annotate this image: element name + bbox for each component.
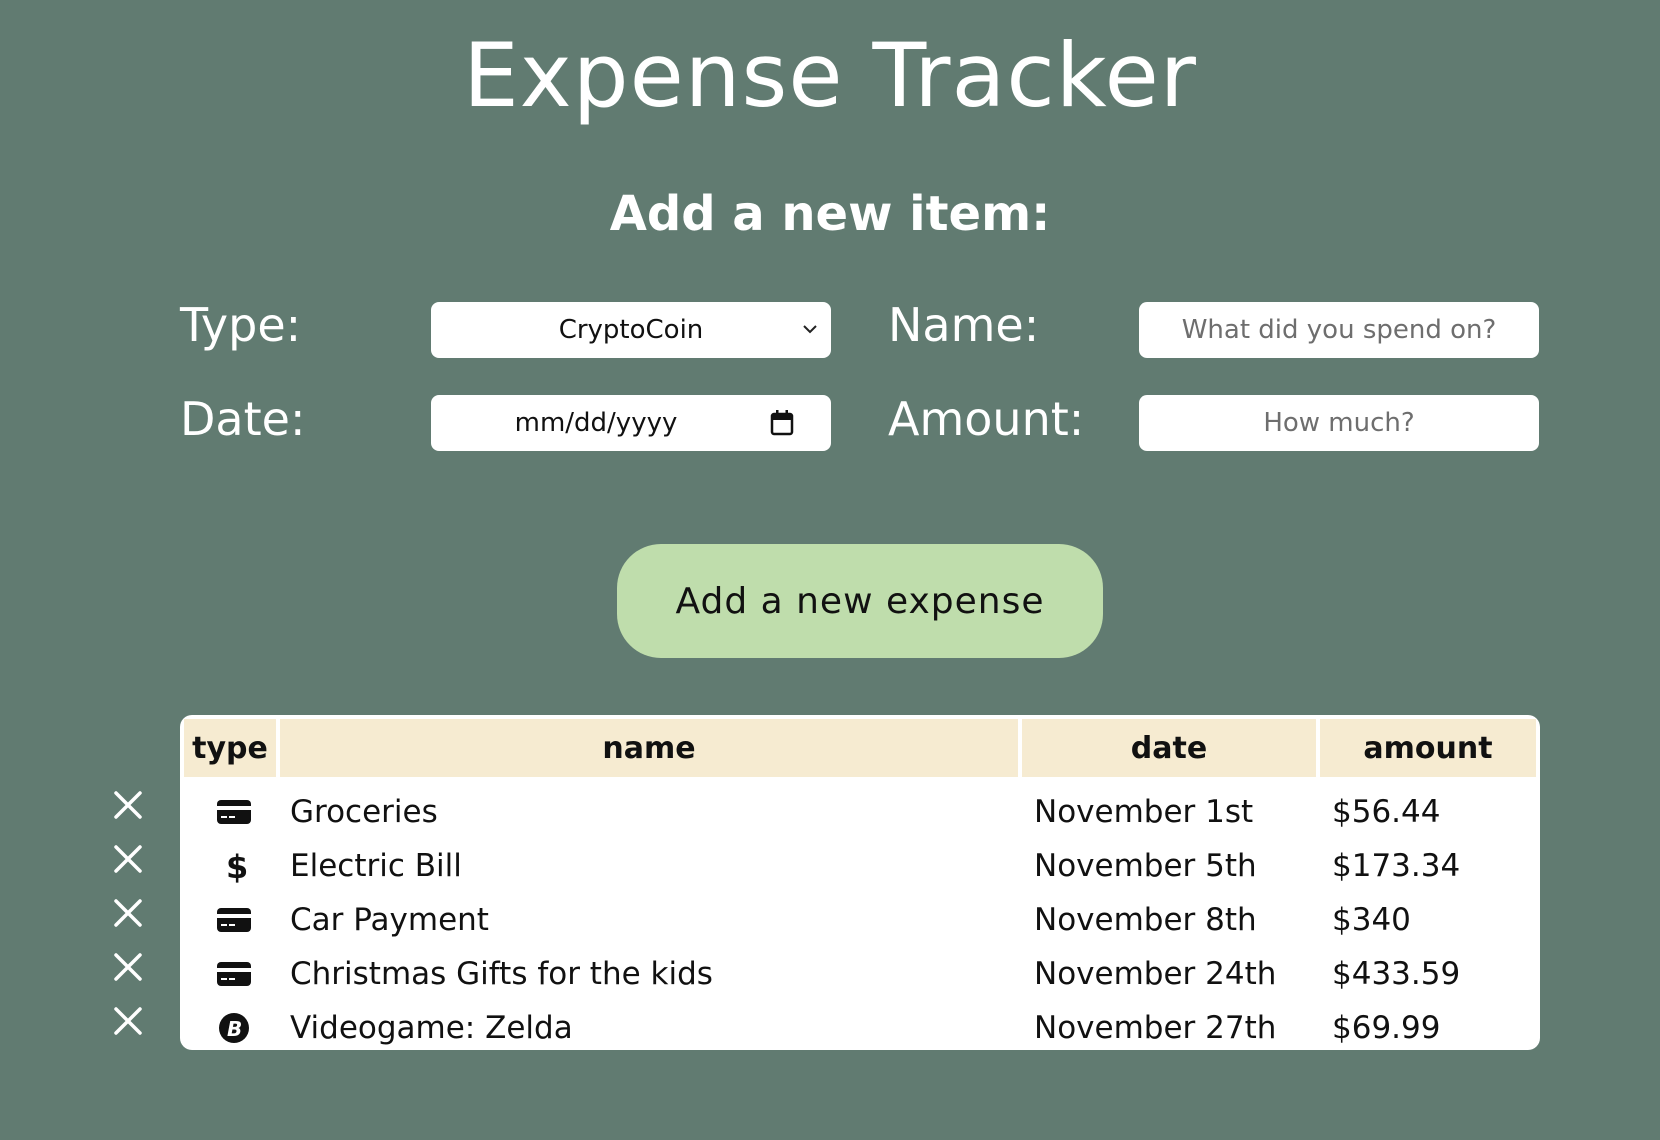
expense-date: November 5th	[1034, 848, 1257, 884]
table-row: B Videogame: Zelda November 27th $69.99	[180, 1001, 1540, 1050]
bitcoin-icon: B	[219, 1013, 249, 1043]
expense-name: Car Payment	[290, 902, 489, 938]
expense-date: November 1st	[1034, 794, 1254, 830]
table-row: Groceries November 1st $56.44	[180, 785, 1540, 839]
table-row: Christmas Gifts for the kids November 24…	[180, 947, 1540, 1001]
delete-icon[interactable]	[111, 842, 145, 876]
amount-input-placeholder: How much?	[1263, 408, 1415, 438]
svg-text:$: $	[226, 849, 248, 883]
delete-icon[interactable]	[111, 896, 145, 930]
date-input[interactable]: mm/dd/yyyy	[431, 395, 831, 451]
expense-amount: $56.44	[1332, 794, 1441, 830]
credit-card-icon	[217, 800, 251, 824]
column-header-amount: amount	[1320, 719, 1536, 777]
delete-icon[interactable]	[111, 788, 145, 822]
expense-name: Christmas Gifts for the kids	[290, 956, 713, 992]
delete-icon[interactable]	[111, 950, 145, 984]
expense-name: Videogame: Zelda	[290, 1010, 573, 1046]
delete-icon[interactable]	[111, 1004, 145, 1038]
table-row: Car Payment November 8th $340	[180, 893, 1540, 947]
column-header-date: date	[1022, 719, 1316, 777]
expense-amount: $340	[1332, 902, 1411, 938]
expense-amount: $433.59	[1332, 956, 1461, 992]
column-header-type: type	[184, 719, 276, 777]
table-row: $ Electric Bill November 5th $173.34	[180, 839, 1540, 893]
calendar-icon[interactable]	[769, 409, 795, 437]
name-label: Name:	[888, 298, 1040, 352]
date-input-placeholder: mm/dd/yyyy	[514, 408, 678, 438]
chevron-down-icon	[803, 325, 817, 334]
form-heading: Add a new item:	[609, 186, 1051, 242]
expense-date: November 24th	[1034, 956, 1277, 992]
expense-name: Electric Bill	[290, 848, 462, 884]
expense-date: November 27th	[1034, 1010, 1277, 1046]
type-select-value: CryptoCoin	[558, 315, 704, 345]
expense-table: type name date amount Groceries November…	[180, 715, 1540, 1050]
date-label: Date:	[180, 392, 306, 446]
amount-label: Amount:	[888, 392, 1085, 446]
name-input-placeholder: What did you spend on?	[1181, 315, 1497, 345]
type-label: Type:	[180, 298, 302, 352]
type-select[interactable]: CryptoCoin	[431, 302, 831, 358]
expense-date: November 8th	[1034, 902, 1257, 938]
dollar-icon: $	[226, 849, 248, 883]
credit-card-icon	[217, 908, 251, 932]
svg-text:B: B	[227, 1017, 242, 1041]
table-header: type name date amount	[184, 719, 1536, 777]
expense-amount: $69.99	[1332, 1010, 1441, 1046]
page-title: Expense Tracker	[463, 24, 1197, 127]
column-header-name: name	[280, 719, 1018, 777]
amount-input[interactable]: How much?	[1139, 395, 1539, 451]
name-input[interactable]: What did you spend on?	[1139, 302, 1539, 358]
add-expense-button[interactable]: Add a new expense	[617, 544, 1103, 658]
credit-card-icon	[217, 962, 251, 986]
expense-name: Groceries	[290, 794, 438, 830]
expense-amount: $173.34	[1332, 848, 1461, 884]
